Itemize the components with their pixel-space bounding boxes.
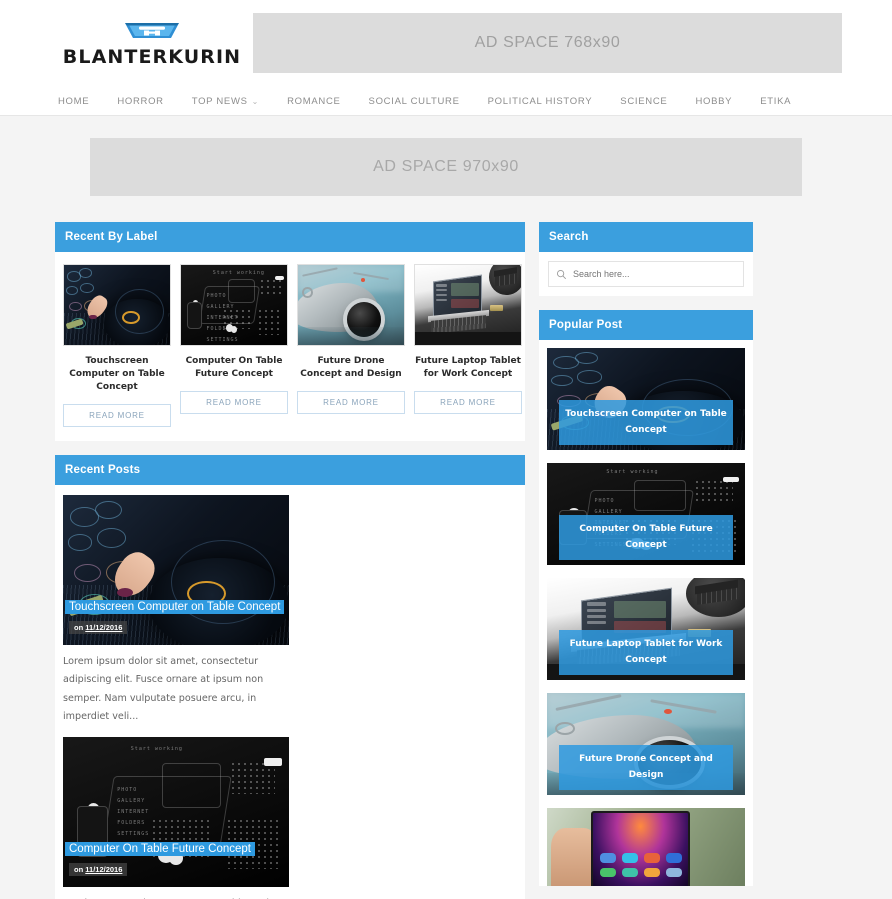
dark-console-thumb: Start working PHOTOGALLERYINTERNETFOLDER… (181, 265, 287, 345)
site-logo[interactable]: BLANTERKURIN (50, 19, 246, 68)
recent-post-title-text: Computer On Table Future Concept (69, 841, 251, 856)
recent-label-card: Touchscreen Computer on Table Concept REA… (63, 264, 171, 428)
search-field[interactable] (548, 261, 744, 287)
recent-post-card: Touchscreen Computer on Table Concept on … (63, 495, 289, 726)
popular-post-title: Popular Post (539, 310, 753, 340)
date-value[interactable]: 11/12/2016 (85, 865, 122, 874)
recent-label-card-title[interactable]: Computer On Table Future Concept (180, 355, 288, 381)
search-input[interactable] (573, 269, 736, 279)
recent-label-card: Future Drone Concept and Design READ MORE (297, 264, 405, 427)
drone-thumb (298, 265, 404, 345)
recent-post-image[interactable]: Touchscreen Computer on Table Concept on … (63, 495, 289, 646)
date-value[interactable]: 11/12/2016 (85, 623, 122, 632)
nav-item-label: TOP NEWS (191, 95, 248, 107)
popular-post-item[interactable]: Future Drone Concept and Design (547, 693, 745, 795)
ad-banner-top[interactable]: AD SPACE 768x90 (253, 13, 842, 73)
nav-item-label: ETIKA (760, 95, 792, 107)
shield-logo-icon (125, 22, 179, 38)
nav-item-political-history[interactable]: POLITICAL HISTORY (488, 96, 593, 107)
recent-post-title[interactable]: Touchscreen Computer on Table Concept (69, 598, 283, 616)
nav-item-social-culture[interactable]: SOCIAL CULTURE (369, 96, 460, 107)
nav-item-science[interactable]: SCIENCE (620, 96, 667, 107)
recent-label-thumbnail[interactable] (414, 264, 522, 346)
popular-post-label: Touchscreen Computer on Table Concept (559, 399, 733, 445)
popular-post-item[interactable]: Start working PHOTOGALLERYINTERNETFOLDER… (547, 463, 745, 565)
recent-post-card: Start working PHOTO GALLERY INTERNET FOLDER… (63, 737, 289, 899)
nav-item-home[interactable]: HOME (58, 96, 89, 107)
nav-item-label: HOME (58, 95, 90, 107)
site-header: BLANTERKURIN AD SPACE 768x90 (0, 0, 892, 86)
nav-item-label: HOBBY (695, 95, 733, 107)
recent-by-label-widget: Recent By Label Touchscreen Computer on … (55, 222, 525, 442)
recent-post-excerpt: Lorem ipsum dolor sit amet, consectetur … (63, 656, 264, 722)
nav-item-hobby[interactable]: HOBBY (695, 96, 732, 107)
date-prefix: on (74, 865, 84, 875)
nav-item-romance[interactable]: ROMANCE (287, 96, 340, 107)
recent-posts-widget: Recent Posts Touchscreen Computer on Tab… (55, 455, 525, 899)
nav-item-label: SOCIAL CULTURE (368, 95, 460, 107)
date-prefix: on (74, 623, 84, 633)
recent-post-overlay: Touchscreen Computer on Table Concept on … (69, 598, 283, 635)
recent-post-image[interactable]: Start working PHOTO GALLERY INTERNET FOLDER… (63, 737, 289, 888)
nav-item-horror[interactable]: HORROR (117, 96, 163, 107)
nav-item-label: POLITICAL HISTORY (487, 95, 593, 107)
recent-by-label-title: Recent By Label (55, 222, 525, 252)
logo-text: BLANTERKURIN (62, 45, 242, 68)
popular-post-item[interactable]: Touchscreen Computer on Table Concept (547, 348, 745, 450)
nav-item-label: SCIENCE (620, 95, 668, 107)
read-more-button[interactable]: READ MORE (63, 404, 171, 428)
recent-label-card: Future Laptop Tablet for Work Concept REA… (414, 264, 522, 427)
read-more-button[interactable]: READ MORE (297, 391, 405, 415)
recent-label-thumbnail[interactable]: Start working PHOTOGALLERYINTERNETFOLDER… (180, 264, 288, 346)
recent-posts-title: Recent Posts (55, 455, 525, 486)
recent-label-card: Start working PHOTOGALLERYINTERNETFOLDER… (180, 264, 288, 427)
nav-item-label: ROMANCE (287, 95, 341, 107)
read-more-button[interactable]: READ MORE (180, 391, 288, 415)
phone-image (547, 808, 745, 886)
recent-post-date: on 11/12/2016 (69, 863, 128, 877)
popular-post-label: Future Laptop Tablet for Work Concept (559, 629, 733, 675)
recent-label-card-title[interactable]: Future Drone Concept and Design (297, 355, 405, 381)
search-icon (556, 269, 567, 279)
recent-post-title[interactable]: Computer On Table Future Concept (69, 840, 283, 858)
popular-post-item[interactable]: Future Laptop Tablet for Work Concept (547, 578, 745, 680)
recent-post-date: on 11/12/2016 (69, 621, 128, 635)
popular-post-label: Computer On Table Future Concept (559, 514, 733, 560)
laptop-tablet-thumb (415, 265, 521, 345)
read-more-button[interactable]: READ MORE (414, 391, 522, 415)
chevron-down-icon: ⌄ (251, 96, 260, 106)
recent-label-thumbnail[interactable] (63, 264, 171, 346)
main-navigation: HOME HORROR TOP NEWS ⌄ ROMANCE SOCIAL CULTURE… (0, 86, 892, 116)
ad-banner-mid[interactable]: AD SPACE 970x90 (90, 138, 802, 196)
touchscreen-table-thumb (64, 265, 170, 345)
recent-post-title-text: Touchscreen Computer on Table Concept (69, 599, 281, 614)
main-content: Recent By Label Touchscreen Computer on … (55, 222, 525, 899)
nav-item-etika[interactable]: ETIKA (760, 96, 791, 107)
recent-post-overlay: Computer On Table Future Concept on 11/12… (69, 840, 283, 877)
popular-post-widget: Popular Post Touchscreen Computer on Tab… (539, 310, 753, 886)
recent-label-card-title[interactable]: Future Laptop Tablet for Work Concept (414, 355, 522, 381)
recent-post-excerpt: Touchscreen Modern Concept - Morbi matti… (63, 895, 289, 899)
search-widget: Search (539, 222, 753, 296)
recent-label-thumbnail[interactable] (297, 264, 405, 346)
search-widget-title: Search (539, 222, 753, 252)
popular-post-item[interactable] (547, 808, 745, 886)
nav-item-top-news[interactable]: TOP NEWS ⌄ (192, 96, 259, 107)
popular-post-label: Future Drone Concept and Design (559, 744, 733, 790)
recent-label-card-title[interactable]: Touchscreen Computer on Table Concept (63, 355, 171, 394)
sidebar: Search Popular Post (539, 222, 753, 899)
page-body: AD SPACE 970x90 Recent By Label Touchscr… (0, 116, 892, 899)
nav-item-label: HORROR (117, 95, 164, 107)
